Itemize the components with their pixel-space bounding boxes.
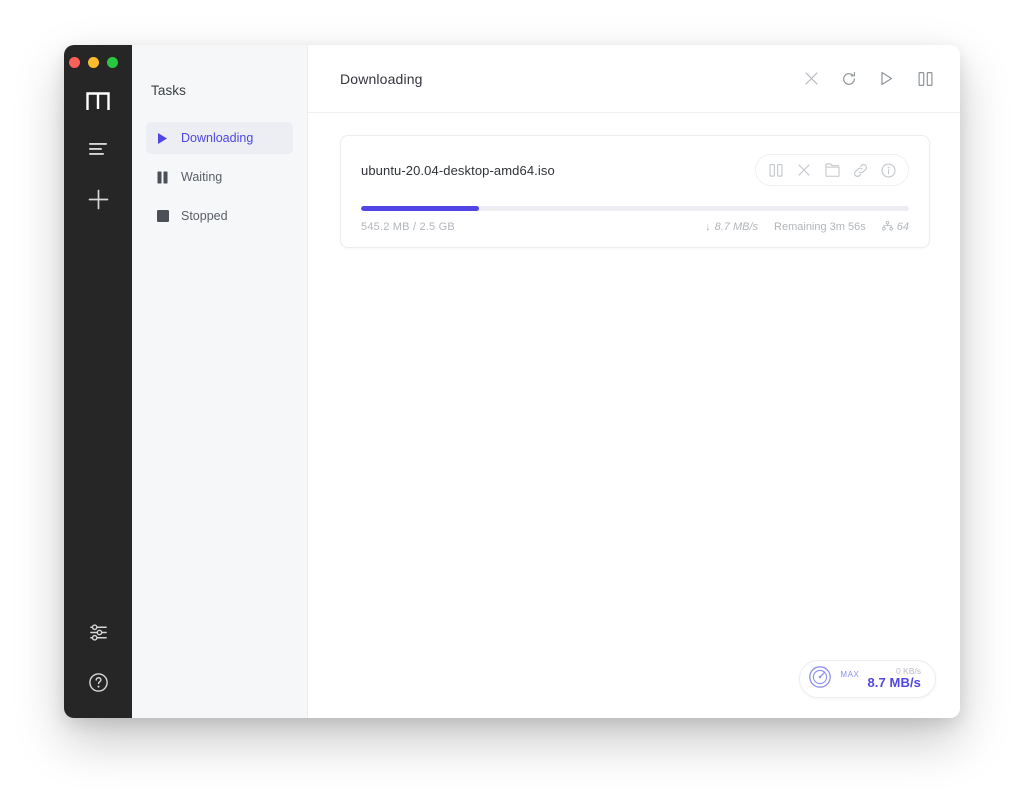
peers-icon	[882, 221, 893, 233]
nav-rail-bottom	[64, 612, 132, 702]
help-icon	[88, 672, 109, 693]
menu-button[interactable]	[78, 129, 118, 169]
size-progress-text: 545.2 MB / 2.5 GB	[361, 221, 455, 233]
close-icon	[805, 72, 818, 85]
task-open-folder-button[interactable]	[818, 159, 846, 181]
resume-all-button[interactable]	[878, 70, 896, 88]
peers-stat: 64	[882, 221, 909, 233]
sidebar-item-stopped[interactable]: Stopped	[146, 200, 293, 232]
sidebar-item-label: Downloading	[181, 131, 253, 145]
sidebar-item-label: Waiting	[181, 170, 222, 184]
window-close-button[interactable]	[69, 57, 80, 68]
download-stats-right: ↓ 8.7 MB/s Remaining 3m 56s	[705, 221, 909, 233]
speedometer-icon	[808, 665, 832, 694]
help-button[interactable]	[78, 662, 118, 702]
app-logo-icon	[81, 85, 115, 115]
progress-bar-fill	[361, 206, 479, 211]
stop-icon	[156, 210, 169, 223]
pause-all-button[interactable]	[916, 70, 934, 88]
main-header: Downloading	[308, 45, 960, 113]
main-panel: Downloading	[308, 45, 960, 718]
task-action-bar	[755, 154, 909, 186]
pause-icon	[769, 164, 783, 177]
traffic-lights	[64, 57, 118, 68]
sidebar-item-label: Stopped	[181, 209, 228, 223]
play-icon	[880, 71, 894, 86]
pause-icon	[156, 171, 169, 184]
download-task-card[interactable]: ubuntu-20.04-desktop-amd64.iso	[340, 135, 930, 248]
speed-stat: ↓ 8.7 MB/s	[705, 221, 758, 233]
folder-icon	[825, 163, 840, 177]
sidebar-title: Tasks	[151, 83, 293, 98]
tasks-sidebar: Tasks Downloading Waiting Stopped	[132, 45, 308, 718]
info-icon	[881, 163, 896, 178]
preferences-icon	[88, 622, 109, 643]
add-icon	[88, 189, 109, 210]
download-stats-row: 545.2 MB / 2.5 GB ↓ 8.7 MB/s Remaining 3…	[361, 221, 909, 233]
window-minimize-button[interactable]	[88, 57, 99, 68]
task-remove-button[interactable]	[790, 159, 818, 181]
add-task-button[interactable]	[78, 179, 118, 219]
play-icon	[156, 132, 169, 145]
task-pause-button[interactable]	[762, 159, 790, 181]
refresh-button[interactable]	[840, 70, 858, 88]
app-window: Tasks Downloading Waiting Stopped	[64, 45, 960, 718]
download-card-header: ubuntu-20.04-desktop-amd64.iso	[361, 154, 909, 186]
task-info-button[interactable]	[874, 159, 902, 181]
sidebar-item-downloading[interactable]: Downloading	[146, 122, 293, 154]
link-icon	[853, 163, 868, 178]
page-title: Downloading	[340, 71, 423, 87]
task-list: ubuntu-20.04-desktop-amd64.iso	[308, 113, 960, 718]
refresh-icon	[841, 71, 857, 87]
speed-values: 0 KB/s 8.7 MB/s	[867, 667, 921, 692]
progress-bar-track	[361, 206, 909, 211]
delete-all-button[interactable]	[802, 70, 820, 88]
header-actions	[802, 70, 934, 88]
close-icon	[798, 164, 810, 176]
peers-count: 64	[897, 221, 909, 233]
remaining-stat: Remaining 3m 56s	[774, 221, 866, 233]
speed-mode-label: MAX	[840, 670, 859, 679]
window-maximize-button[interactable]	[107, 57, 118, 68]
menu-icon	[88, 142, 108, 156]
download-arrow-icon: ↓	[705, 221, 711, 233]
download-speed: 8.7 MB/s	[867, 676, 921, 691]
speed-widget[interactable]: MAX 0 KB/s 8.7 MB/s	[799, 660, 936, 698]
preferences-button[interactable]	[78, 612, 118, 652]
remaining-text: Remaining 3m 56s	[774, 221, 866, 233]
sidebar-item-waiting[interactable]: Waiting	[146, 161, 293, 193]
file-name: ubuntu-20.04-desktop-amd64.iso	[361, 163, 555, 178]
task-copy-link-button[interactable]	[846, 159, 874, 181]
nav-rail	[64, 45, 132, 718]
speed-text: 8.7 MB/s	[715, 221, 758, 233]
pause-icon	[918, 72, 933, 86]
